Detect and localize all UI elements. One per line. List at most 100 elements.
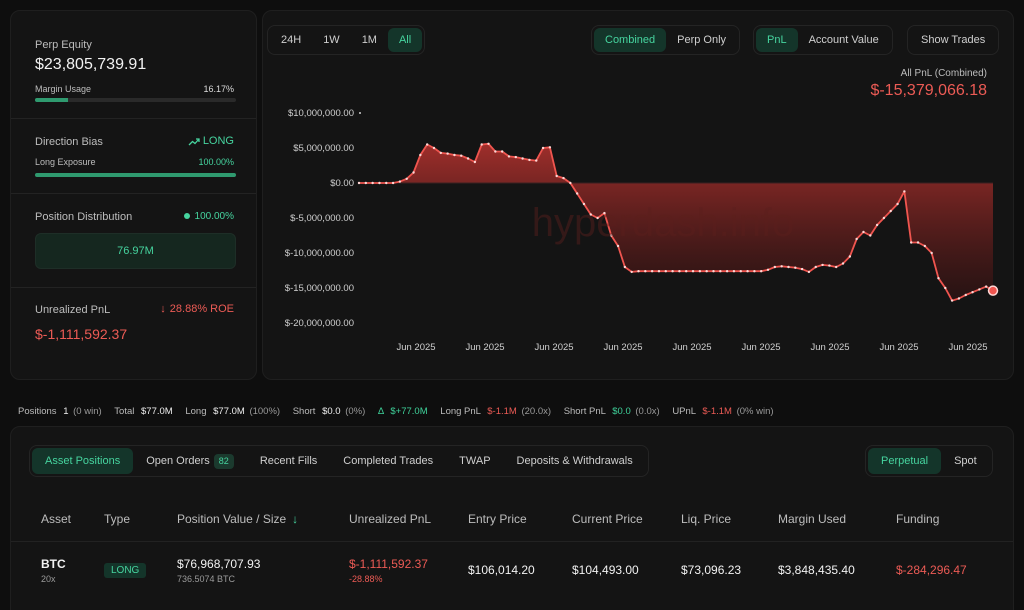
pnl-point [937, 277, 940, 280]
long-pnl-value: $-1.1M [487, 406, 517, 417]
tab-twap[interactable]: TWAP [446, 448, 503, 474]
long-exposure-fill [35, 173, 236, 177]
x-tick-label: Jun 2025 [741, 342, 780, 353]
tick-dot [359, 112, 361, 114]
divider [11, 287, 256, 288]
pnl-point [425, 143, 429, 146]
col-funding[interactable]: Funding [896, 512, 939, 526]
tab-open-orders[interactable]: Open Orders 82 [133, 448, 247, 474]
pnl-point [494, 150, 497, 153]
unrealized-pnl-value: $-1,111,592.37 [35, 326, 128, 342]
y-tick-label: $-20,000,000.00 [285, 318, 354, 329]
tab-deposits-withdrawals[interactable]: Deposits & Withdrawals [504, 448, 646, 474]
positions-count: 1 [63, 406, 69, 417]
pnl-point [419, 153, 422, 157]
roe-value: ↓ 28.88% ROE [160, 303, 234, 315]
positions-summary: Positions 1 (0 win) Total $77.0M Long $7… [18, 406, 774, 417]
pnl-point [957, 297, 961, 300]
account-stats-panel: Perp Equity $23,805,739.91 Margin Usage … [10, 10, 257, 380]
col-position-value[interactable]: Position Value / Size ↓ [177, 512, 298, 526]
pnl-point [787, 265, 790, 269]
table-tabs: Asset Positions Open Orders 82 Recent Fil… [29, 445, 649, 477]
position-distribution-bar[interactable]: 76.97M [35, 233, 236, 269]
margin-usage-value: 16.17% [203, 84, 234, 94]
pnl-point [739, 270, 742, 273]
col-current-price[interactable]: Current Price [572, 512, 643, 526]
pnl-point [930, 251, 933, 255]
col-liq-price[interactable]: Liq. Price [681, 512, 731, 526]
margin-usage-fill [35, 98, 68, 102]
x-tick-label: Jun 2025 [672, 342, 711, 353]
tab-completed-trades[interactable]: Completed Trades [330, 448, 446, 474]
divider [11, 193, 256, 194]
upnl-win: (0% win) [736, 406, 774, 417]
pnl-point [644, 270, 647, 273]
pnl-point [391, 181, 395, 185]
pnl-point [841, 262, 845, 265]
pnl-point [944, 286, 947, 290]
delta-label: Δ [377, 406, 384, 417]
tab-perpetual[interactable]: Perpetual [868, 448, 942, 474]
col-unrealized-pnl[interactable]: Unrealized PnL [349, 512, 431, 526]
short-pct: (0%) [345, 406, 366, 417]
pnl-point [889, 209, 892, 213]
pnl-point [794, 266, 797, 269]
x-tick-label: Jun 2025 [948, 342, 987, 353]
pnl-point [412, 171, 415, 174]
long-exposure-bar [35, 173, 236, 177]
positions-win: (0 win) [73, 406, 102, 417]
pnl-point [814, 265, 817, 269]
upnl-label: UPnL [672, 406, 696, 417]
pnl-point [848, 255, 852, 258]
pnl-point [746, 270, 749, 273]
y-tick-label: $-5,000,000.00 [290, 213, 354, 224]
watermark: hyperdash.info [532, 201, 794, 245]
upnl-value: $-1.1M [702, 406, 732, 417]
margin-usage-bar [35, 98, 236, 102]
pnl-point [753, 270, 756, 273]
direction-bias-value: LONG [188, 135, 234, 147]
pnl-point [432, 146, 436, 150]
pnl-chart: $10,000,000.00 $5,000,000.00 $0.00 $-5,000,… [285, 108, 999, 353]
pnl-point [528, 158, 531, 162]
pnl-point [562, 176, 565, 180]
col-entry-price[interactable]: Entry Price [468, 512, 527, 526]
position-distribution-pct: 100.00% [183, 211, 234, 222]
y-tick-label: $0.00 [330, 178, 354, 189]
pnl-chart-panel: 24H 1W 1M All Combined Perp Only PnL Acc… [262, 10, 1014, 380]
pnl-point [712, 270, 715, 273]
roe-text: 28.88% ROE [169, 303, 234, 315]
pnl-point [466, 157, 470, 160]
x-tick-label: Jun 2025 [534, 342, 573, 353]
pnl-point [916, 241, 920, 244]
col-type[interactable]: Type [104, 512, 130, 526]
current-pnl-point[interactable] [987, 285, 999, 296]
pnl-point [719, 270, 722, 273]
tab-spot[interactable]: Spot [941, 448, 990, 474]
short-value: $0.0 [322, 406, 341, 417]
col-asset[interactable]: Asset [41, 512, 71, 526]
pnl-point [896, 202, 899, 206]
pnl-point [780, 265, 783, 268]
pnl-point [685, 270, 688, 273]
pnl-point [357, 181, 361, 185]
long-pnl-x: (20.0x) [521, 406, 552, 417]
pnl-point [732, 270, 736, 273]
tab-asset-positions[interactable]: Asset Positions [32, 448, 134, 474]
x-tick-label: Jun 2025 [879, 342, 918, 353]
pnl-point [650, 270, 654, 273]
pnl-point [760, 270, 763, 273]
pnl-point [950, 299, 954, 302]
header-divider [11, 541, 1013, 542]
tab-recent-fills[interactable]: Recent Fills [247, 448, 330, 474]
pnl-point [535, 159, 538, 162]
col-margin-used[interactable]: Margin Used [778, 512, 846, 526]
pnl-point [671, 270, 674, 273]
direction-bias-label: Direction Bias [35, 136, 103, 148]
pnl-point [500, 150, 504, 153]
total-label: Total [114, 406, 135, 417]
pnl-point [978, 288, 981, 291]
row-type-badge: LONG [104, 563, 147, 578]
pnl-point [828, 264, 831, 267]
x-tick-label: Jun 2025 [465, 342, 504, 353]
